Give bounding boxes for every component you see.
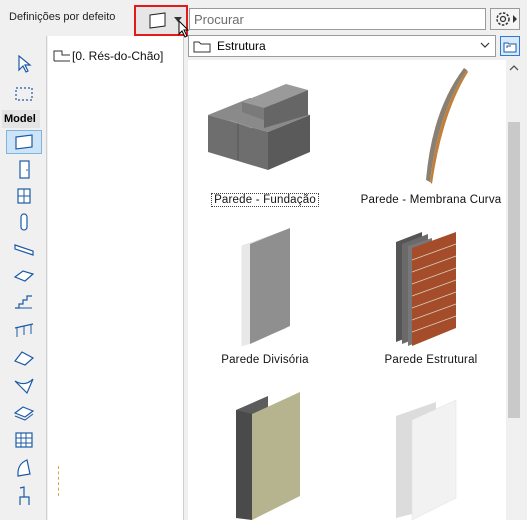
- wall-tool-icon: [15, 134, 33, 150]
- library-item-label: Parede - Fundação: [211, 193, 319, 207]
- library-item[interactable]: Parede Estrutural: [356, 220, 506, 370]
- chevron-down-icon: [480, 42, 490, 48]
- slab-tool[interactable]: [6, 264, 42, 288]
- arrow-tool[interactable]: [6, 52, 42, 76]
- library-item[interactable]: Parede - Membrana Curva: [356, 60, 506, 210]
- toolbox: Model: [0, 36, 47, 520]
- slab-tool-icon: [13, 270, 35, 282]
- beam-tool[interactable]: [6, 238, 42, 262]
- settings-button[interactable]: [490, 8, 520, 30]
- panel-resize-handle[interactable]: [58, 466, 67, 496]
- library-item-label: Parede - Membrana Curva: [360, 194, 502, 206]
- folder-up-icon: [503, 42, 517, 53]
- stair-tool-icon: [15, 295, 32, 309]
- insulated-wall-thumbnail: [236, 392, 300, 520]
- curved-membrane-wall-thumbnail: [426, 68, 468, 184]
- library-item[interactable]: Parede Divisória: [190, 220, 340, 370]
- chevron-up-icon: [509, 65, 519, 71]
- window-tool-icon: [17, 188, 31, 204]
- library-item[interactable]: [356, 378, 506, 520]
- railing-tool[interactable]: [6, 318, 42, 342]
- model-section-label: Model: [2, 110, 40, 128]
- mesh-tool-icon: [13, 406, 35, 421]
- top-bar: Definições por defeito: [0, 0, 527, 38]
- column-tool[interactable]: [6, 210, 42, 234]
- curtain-wall-tool-icon: [15, 432, 33, 448]
- railing-tool-icon: [14, 323, 34, 337]
- mesh-tool[interactable]: [6, 400, 42, 424]
- marquee-tool[interactable]: [6, 82, 42, 106]
- scroll-up-button[interactable]: [506, 60, 522, 76]
- library-item-label: Parede Estrutural: [384, 354, 478, 366]
- morph-tool[interactable]: [6, 456, 42, 480]
- navigator-panel: [0. Rés-do-Chão]: [48, 36, 184, 520]
- scroll-thumb[interactable]: [508, 122, 520, 418]
- folder-icon: [193, 41, 211, 53]
- arrow-icon: [18, 55, 32, 73]
- shell-tool-icon: [14, 378, 34, 395]
- defaults-label: Definições por defeito: [9, 11, 116, 23]
- story-label: [0. Rés-do-Chão]: [72, 49, 164, 63]
- library-scrollbar[interactable]: [506, 60, 522, 520]
- object-tool-icon: [19, 486, 30, 505]
- marquee-icon: [15, 87, 33, 101]
- stair-tool[interactable]: [6, 290, 42, 314]
- structural-wall-thumbnail: [396, 232, 457, 346]
- door-tool-icon: [19, 160, 30, 179]
- shell-tool[interactable]: [6, 374, 42, 398]
- library-item[interactable]: [190, 378, 340, 520]
- beam-tool-icon: [14, 244, 34, 256]
- door-tool[interactable]: [6, 158, 42, 182]
- window-tool[interactable]: [6, 184, 42, 208]
- foundation-wall-thumbnail: [208, 84, 310, 170]
- folder-label: Estrutura: [217, 39, 266, 53]
- gear-icon: [496, 12, 517, 26]
- wall-icon: [149, 12, 166, 29]
- partition-wall-thumbnail: [241, 228, 290, 347]
- library-grid: Parede - Fundação Parede - Membrana Curv…: [188, 60, 506, 520]
- plain-wall-thumbnail: [396, 399, 457, 520]
- roof-tool[interactable]: [6, 346, 42, 370]
- folder-select[interactable]: Estrutura: [188, 35, 496, 57]
- wall-tool[interactable]: [6, 130, 42, 154]
- folder-up-button[interactable]: [500, 36, 520, 56]
- search-input[interactable]: [190, 9, 485, 29]
- search-field[interactable]: [189, 8, 486, 30]
- curtain-wall-tool[interactable]: [6, 428, 42, 452]
- library-item[interactable]: Parede - Fundação: [190, 60, 340, 210]
- story-item[interactable]: [0. Rés-do-Chão]: [52, 49, 163, 63]
- roof-tool-icon: [14, 351, 35, 366]
- library-item-label: Parede Divisória: [221, 354, 309, 366]
- object-tool[interactable]: [6, 484, 42, 508]
- column-tool-icon: [20, 213, 28, 231]
- morph-tool-icon: [17, 459, 31, 477]
- story-icon: [53, 50, 70, 62]
